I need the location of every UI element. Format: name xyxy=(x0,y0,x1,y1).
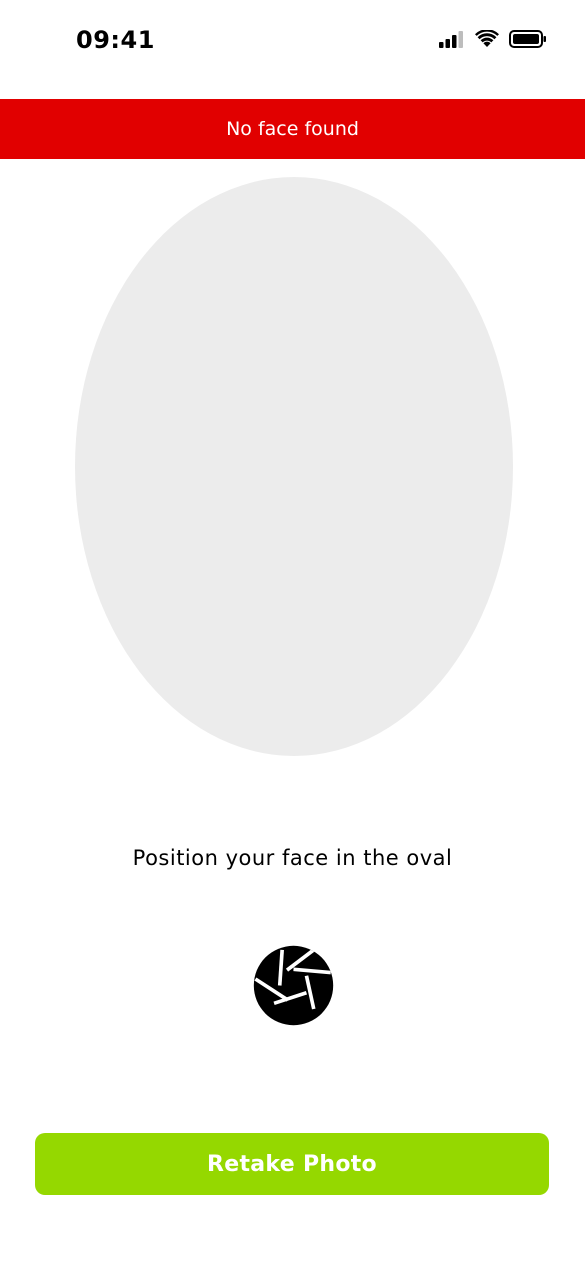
battery-icon xyxy=(509,30,547,48)
status-time: 09:41 xyxy=(76,26,155,54)
camera-shutter-icon xyxy=(253,945,334,1026)
face-capture-screen: 09:41 No face found Position your face i… xyxy=(0,0,585,1266)
face-oval-frame xyxy=(75,177,513,756)
cellular-signal-icon xyxy=(439,30,465,48)
camera-shutter-button[interactable] xyxy=(253,945,334,1026)
retake-photo-label: Retake Photo xyxy=(207,1151,377,1177)
retake-photo-button[interactable]: Retake Photo xyxy=(35,1133,549,1195)
wifi-icon xyxy=(475,30,499,48)
error-banner: No face found xyxy=(0,99,585,159)
instruction-text: Position your face in the oval xyxy=(132,846,453,870)
status-bar: 09:41 xyxy=(0,0,585,80)
status-icons xyxy=(439,30,547,48)
error-message: No face found xyxy=(226,118,359,140)
